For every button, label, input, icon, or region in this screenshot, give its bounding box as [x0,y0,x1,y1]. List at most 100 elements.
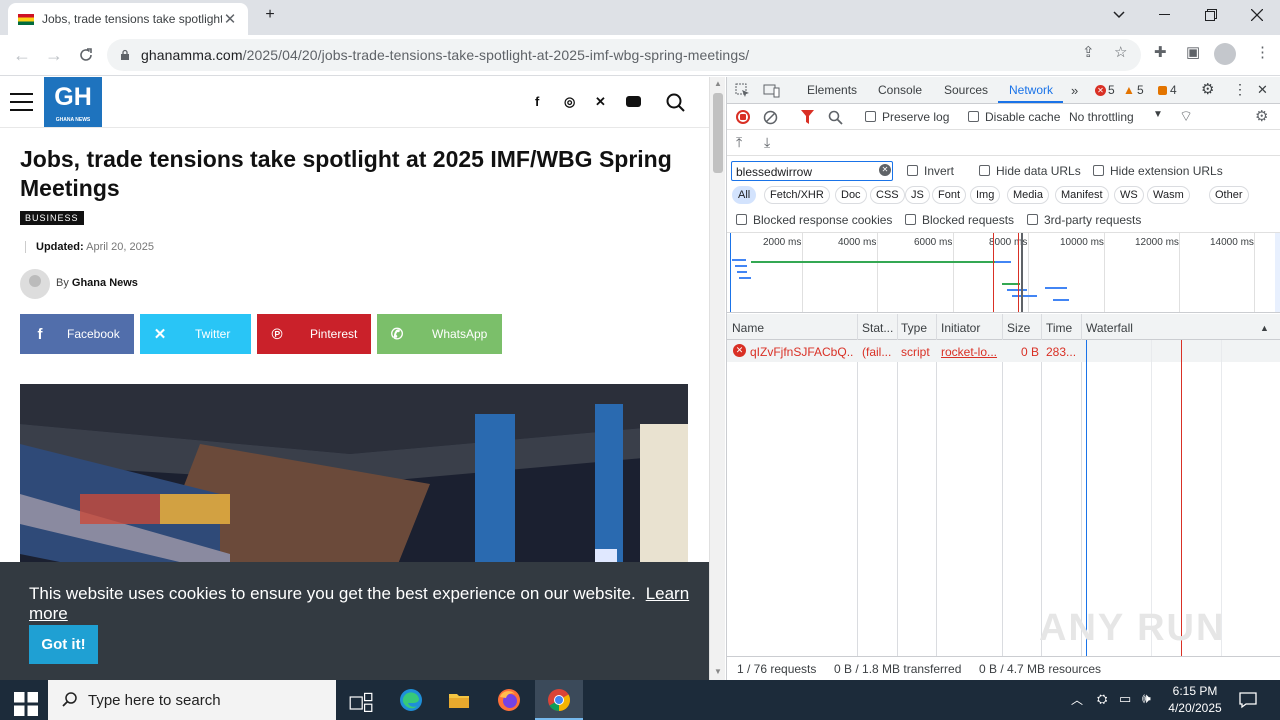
windows-start-icon[interactable] [14,692,38,716]
facebook-icon[interactable]: f [535,94,539,109]
third-party-requests-checkbox[interactable] [1027,214,1038,225]
type-filter-doc[interactable]: Doc [835,186,867,204]
minimize-window-icon[interactable] [1142,0,1188,30]
preserve-log-checkbox[interactable] [865,111,876,122]
taskbar-search-box[interactable]: Type here to search [48,680,336,720]
tab-console[interactable]: Console [878,83,922,97]
clear-filter-icon[interactable]: ✕ [879,164,891,176]
clear-icon[interactable] [763,110,778,125]
firefox-icon[interactable] [497,688,521,712]
inspect-element-icon[interactable] [735,83,750,98]
close-devtools-icon[interactable]: ✕ [1257,82,1268,98]
warning-icon[interactable]: ▲ [1123,83,1135,97]
table-row[interactable]: ✕ qIZvFjfnSJFACbQ... (fail... script roc… [727,340,1280,362]
more-tabs-chevron-icon[interactable]: » [1071,83,1078,98]
bookmark-star-icon[interactable]: ☆ [1114,43,1127,61]
type-filter-manifest[interactable]: Manifest [1055,186,1109,204]
share-icon[interactable]: ⇪ [1082,43,1095,61]
disable-cache-checkbox[interactable] [968,111,979,122]
network-icon[interactable]: ▭ [1119,691,1131,707]
browser-tab[interactable]: Jobs, trade tensions take spotlight ✕ [8,3,248,35]
share-facebook-button[interactable]: f Facebook [20,314,134,354]
hamburger-menu-icon[interactable] [10,93,33,111]
scroll-up-arrow-icon[interactable]: ▲ [714,79,722,88]
request-name[interactable]: qIZvFjfnSJFACbQ... [750,345,854,359]
error-icon[interactable]: ✕ [1095,85,1106,96]
request-initiator-link[interactable]: rocket-lo... [941,345,1000,359]
side-panel-icon[interactable]: ▣ [1186,43,1200,61]
column-time[interactable]: Time [1046,321,1072,335]
task-view-icon[interactable] [349,691,373,715]
hide-extension-urls-checkbox[interactable] [1093,165,1104,176]
warning-count[interactable]: 5 [1137,83,1144,97]
tab-network[interactable]: Network [1009,83,1053,97]
hide-data-urls-checkbox[interactable] [979,165,990,176]
instagram-icon[interactable]: ◎ [564,94,575,110]
invert-checkbox[interactable] [907,165,918,176]
author-name[interactable]: Ghana News [72,277,138,289]
profile-avatar-icon[interactable] [1214,43,1236,65]
throttling-dropdown-icon[interactable]: ▼ [1153,109,1163,120]
file-explorer-icon[interactable] [447,688,471,712]
device-toolbar-icon[interactable] [763,83,780,98]
filter-funnel-icon[interactable] [801,110,814,124]
column-initiator[interactable]: Initiator [941,321,980,335]
category-badge[interactable]: BUSINESS [20,211,84,225]
x-twitter-icon[interactable]: ✕ [595,94,606,110]
scrollbar-thumb[interactable] [713,93,723,173]
column-type[interactable]: Type [901,321,927,335]
type-filter-js[interactable]: JS [905,186,930,204]
column-waterfall[interactable]: Waterfall [1086,321,1133,335]
share-pinterest-button[interactable]: ℗ Pinterest [257,314,371,354]
tab-elements[interactable]: Elements [807,83,857,97]
error-count[interactable]: 5 [1108,83,1115,97]
column-status[interactable]: Stat... [862,321,893,335]
blocked-response-cookies-checkbox[interactable] [736,214,747,225]
edge-browser-icon[interactable] [399,688,423,712]
extensions-puzzle-icon[interactable]: ✚ [1154,43,1167,61]
reload-icon[interactable] [72,41,100,69]
type-filter-other[interactable]: Other [1209,186,1249,204]
youtube-icon[interactable] [626,96,641,107]
new-tab-icon[interactable]: + [247,0,293,30]
share-whatsapp-button[interactable]: ✆ WhatsApp [377,314,502,354]
type-filter-ws[interactable]: WS [1114,186,1144,204]
type-filter-all[interactable]: All [732,186,757,204]
devtools-menu-icon[interactable]: ⋮ [1233,81,1247,98]
network-settings-gear-icon[interactable]: ⚙ [1255,107,1268,125]
tab-sources[interactable]: Sources [944,83,988,97]
search-icon[interactable] [666,93,685,112]
type-filter-fetch-xhr[interactable]: Fetch/XHR [764,186,830,204]
network-filter-input[interactable]: blessedwirrow [731,161,893,181]
chrome-menu-icon[interactable]: ⋮ [1255,43,1270,61]
page-scrollbar[interactable]: ▲ ▼ [709,77,725,680]
issue-count[interactable]: 4 [1170,83,1177,97]
blocked-requests-checkbox[interactable] [905,214,916,225]
site-logo[interactable]: GH GHANA NEWS [44,77,102,127]
lock-icon[interactable] [119,49,131,61]
tab-search-chevron-icon[interactable] [1096,0,1142,30]
column-size[interactable]: Size [1007,321,1030,335]
show-hidden-icons-chevron-icon[interactable]: ︿ [1071,691,1083,708]
author-avatar[interactable] [20,269,50,299]
notifications-icon[interactable] [1239,691,1257,709]
type-filter-wasm[interactable]: Wasm [1147,186,1190,204]
settings-gear-icon[interactable]: ⚙ [1201,80,1214,98]
issues-icon[interactable] [1158,86,1167,95]
type-filter-css[interactable]: CSS [870,186,905,204]
search-icon[interactable] [828,110,843,125]
throttling-select[interactable]: No throttling [1069,110,1134,124]
chrome-taskbar-button[interactable] [535,680,583,720]
network-timeline-overview[interactable]: 2000 ms 4000 ms 6000 ms 8000 ms 10000 ms… [727,233,1280,313]
export-har-download-icon[interactable]: ⤓ [764,134,770,151]
share-twitter-button[interactable]: ✕ Twitter [140,314,251,354]
volume-icon[interactable]: 🕪 [1142,690,1151,707]
close-tab-icon[interactable]: ✕ [222,10,238,28]
tray-app-icon[interactable]: ⛭ [1097,691,1107,707]
network-conditions-wifi-icon[interactable]: ⌔ [1179,107,1193,126]
type-filter-font[interactable]: Font [932,186,967,204]
restore-window-icon[interactable] [1188,0,1234,30]
sort-ascending-icon[interactable]: ▲ [1260,323,1269,333]
column-name[interactable]: Name [732,321,764,335]
type-filter-img[interactable]: Img [970,186,1001,204]
